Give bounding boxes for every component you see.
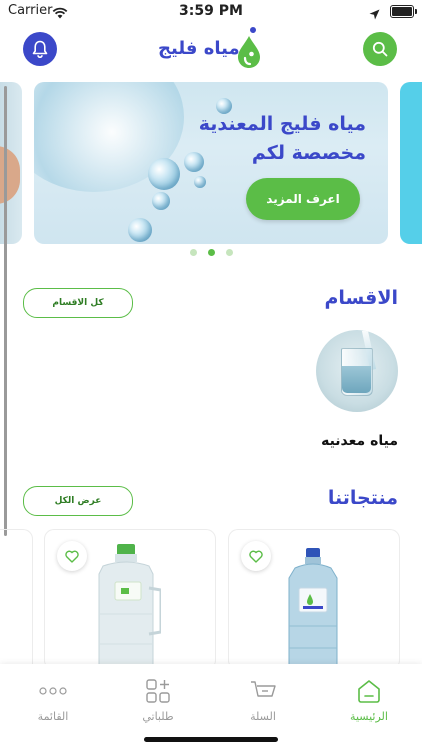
- notifications-button[interactable]: [23, 32, 57, 66]
- product-card[interactable]: [44, 529, 216, 670]
- tab-menu[interactable]: القائمة: [8, 674, 98, 734]
- home-indicator: [144, 737, 278, 742]
- product-card-partial[interactable]: [0, 529, 33, 670]
- tab-cart-label: السلة: [250, 710, 276, 723]
- search-icon: [372, 41, 388, 57]
- favorite-button[interactable]: [241, 541, 271, 571]
- battery-icon: [390, 5, 417, 18]
- vertical-scrollbar[interactable]: [4, 86, 7, 536]
- tab-home-label: الرئيسية: [350, 710, 388, 723]
- water-drop-image: [128, 218, 152, 242]
- carousel-dot[interactable]: [189, 249, 197, 256]
- heart-icon: [65, 550, 79, 563]
- water-drop-image: [194, 176, 206, 188]
- app-header: مياه فليج: [0, 26, 422, 74]
- banner-title-line1: مياه فليج المعندية: [198, 113, 366, 135]
- learn-more-button[interactable]: اعرف المزيد: [246, 178, 360, 220]
- carousel-dot-active[interactable]: [207, 249, 215, 256]
- all-categories-button[interactable]: كل الاقسام: [23, 288, 133, 318]
- banner-slide[interactable]: مياه فليج المعندية مخصصة لكم اعرف المزيد: [34, 82, 388, 244]
- carousel-indicator: [0, 249, 422, 256]
- bottom-tab-bar: القائمة طلباتي السلة الرئيسية: [0, 664, 422, 750]
- bell-icon: [32, 40, 48, 58]
- view-all-products-button[interactable]: عرض الكل: [23, 486, 133, 516]
- grid-plus-icon: [146, 679, 170, 703]
- logo-text: مياه فليج: [158, 38, 240, 59]
- heart-icon: [249, 550, 263, 563]
- banner-carousel[interactable]: مياه فليج المعندية مخصصة لكم اعرف المزيد: [0, 82, 422, 246]
- home-icon: [358, 680, 380, 703]
- water-drop-image: [152, 192, 170, 210]
- cart-icon: [251, 681, 276, 697]
- tab-my-orders-label: طلباتي: [142, 710, 174, 723]
- water-drop-logo-icon: [234, 26, 264, 74]
- status-bar: Carrier 3:59 PM: [0, 0, 422, 24]
- location-icon: [369, 5, 380, 24]
- product-card[interactable]: [228, 529, 400, 670]
- clock: 3:59 PM: [179, 3, 243, 19]
- tab-home[interactable]: الرئيسية: [324, 674, 414, 734]
- favorite-button[interactable]: [57, 541, 87, 571]
- search-button[interactable]: [363, 32, 397, 66]
- banner-title: مياه فليج المعندية مخصصة لكم: [146, 110, 366, 168]
- category-mineral-water-image[interactable]: [316, 330, 398, 412]
- tab-my-orders[interactable]: طلباتي: [113, 674, 203, 734]
- tab-menu-label: القائمة: [37, 710, 69, 723]
- brand-logo: مياه فليج: [150, 26, 270, 72]
- water-gallon-image: [98, 544, 161, 670]
- products-title: منتجاتنا: [327, 487, 398, 509]
- banner-title-line2: مخصصة لكم: [251, 142, 366, 164]
- water-bottle-image: [288, 548, 338, 670]
- tab-cart[interactable]: السلة: [218, 674, 308, 734]
- carousel-dot[interactable]: [225, 249, 233, 256]
- categories-title: الاقسام: [324, 287, 399, 309]
- banner-next-slide[interactable]: [400, 82, 422, 244]
- more-icon: [39, 687, 67, 695]
- category-label[interactable]: مياه معدنيه: [321, 433, 398, 449]
